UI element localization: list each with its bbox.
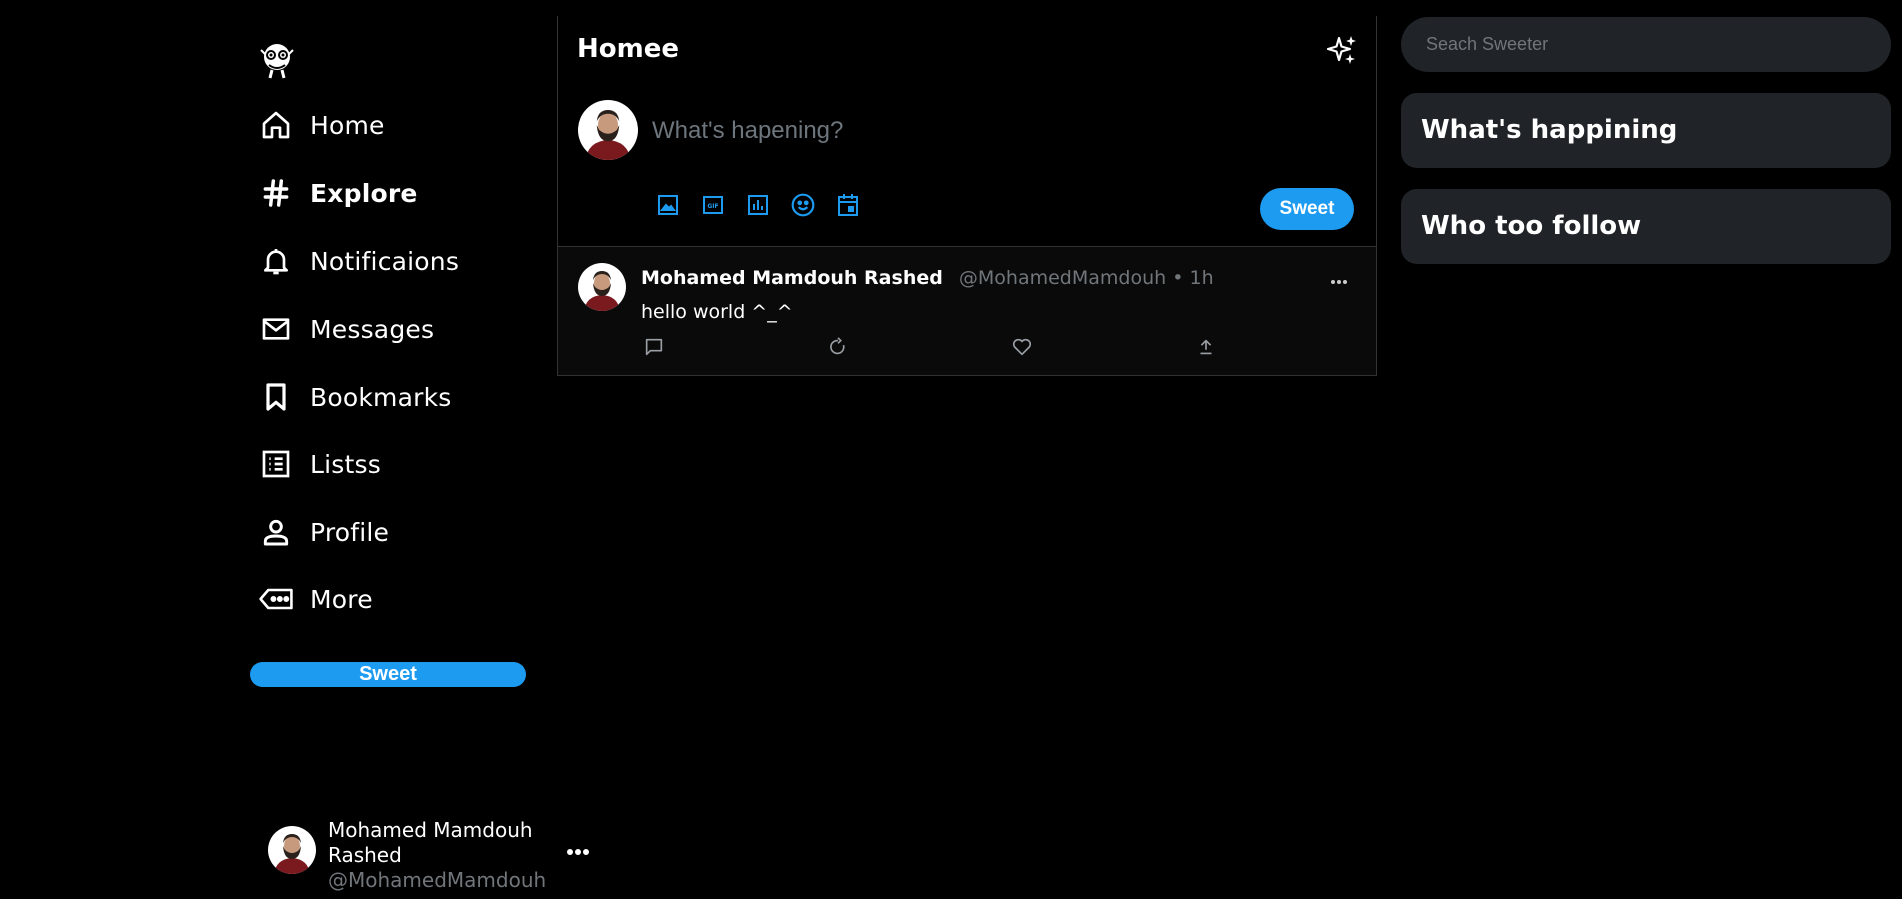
whats-happening-panel: What's happining: [1401, 93, 1891, 168]
tweet-header: Mohamed Mamdouh Rashed @MohamedMamdouh •…: [641, 267, 1214, 289]
image-icon[interactable]: [655, 192, 681, 218]
mail-icon: [258, 311, 294, 347]
composer: GIF Sweet: [558, 68, 1376, 248]
emoji-icon[interactable]: [790, 192, 816, 218]
nav-item-explore[interactable]: Explore: [258, 169, 418, 217]
like-icon[interactable]: [1010, 335, 1034, 359]
nav-item-bookmarks[interactable]: Bookmarks: [258, 373, 451, 421]
compose-input[interactable]: [652, 112, 1252, 150]
bookmark-icon: [258, 379, 294, 415]
nav-label-notifications: Notificaions: [310, 246, 460, 276]
tweet-author-handle[interactable]: @MohamedMamdouh: [959, 267, 1166, 289]
account-name: Mohamed Mamdouh Rashed: [328, 818, 533, 867]
tweet-avatar[interactable]: [578, 263, 626, 311]
list-icon: [258, 446, 294, 482]
search-input[interactable]: [1426, 17, 1866, 72]
whats-happening-title: What's happining: [1421, 115, 1678, 145]
timeline: Homee What's hapening? GIF Sweet Mohamed…: [557, 16, 1377, 376]
tweet-author-name[interactable]: Mohamed Mamdouh Rashed: [641, 267, 943, 289]
person-icon: [258, 514, 294, 550]
account-handle: @MohamedMamdouh: [328, 868, 547, 892]
nav-item-more[interactable]: More: [258, 575, 373, 623]
sidebar-sweet-button[interactable]: Sweet: [250, 662, 526, 687]
mascot-logo[interactable]: [259, 40, 295, 80]
tweet-timestamp: 1h: [1189, 267, 1214, 289]
hashtag-icon: [258, 175, 294, 211]
nav-item-messages[interactable]: Messages: [258, 305, 434, 353]
bell-icon: [258, 243, 294, 279]
nav-label-bookmarks: Bookmarks: [310, 382, 452, 412]
nav-item-profile[interactable]: Profile: [258, 508, 389, 556]
compose-sweet-button[interactable]: Sweet: [1260, 188, 1354, 230]
account-switcher[interactable]: Mohamed Mamdouh Rashed @MohamedMamdouh: [268, 818, 589, 892]
avatar: [268, 826, 316, 874]
resweet-icon[interactable]: [826, 335, 850, 359]
nav-label-profile: Profile: [310, 517, 390, 547]
nav-label-more: More: [310, 584, 373, 614]
svg-text:GIF: GIF: [707, 203, 718, 210]
nav-item-notifications[interactable]: Notificaions: [258, 237, 459, 285]
nav-label-home: Home: [310, 110, 385, 140]
nav-item-home[interactable]: Home: [258, 101, 385, 149]
search-box: [1401, 17, 1891, 72]
poll-icon[interactable]: [745, 192, 771, 218]
who-to-follow-title: Who too follow: [1421, 211, 1642, 241]
tweet-more-icon[interactable]: [1328, 273, 1350, 285]
tweet-separator: •: [1172, 267, 1184, 289]
sparkle-icon[interactable]: [1326, 34, 1358, 66]
sidebar: Home Explore Notificaions Messages Bookm…: [248, 0, 589, 899]
nav-label-messages: Messages: [310, 314, 435, 344]
nav-item-lists[interactable]: Listss: [258, 440, 381, 488]
nav-label-explore: Explore: [310, 178, 418, 208]
home-icon: [258, 107, 294, 143]
share-icon[interactable]: [1194, 335, 1218, 359]
nav-label-lists: Listss: [310, 449, 381, 479]
tweet-text: hello world ^_^: [641, 301, 793, 323]
gif-icon[interactable]: GIF: [700, 192, 726, 218]
who-to-follow-panel: Who too follow: [1401, 189, 1891, 264]
composer-avatar: [578, 100, 638, 160]
timeline-header: Homee: [558, 16, 1376, 68]
schedule-icon[interactable]: [835, 192, 861, 218]
reply-icon[interactable]: [642, 335, 666, 359]
page-title: Homee: [577, 34, 679, 64]
tweet[interactable]: Mohamed Mamdouh Rashed @MohamedMamdouh •…: [558, 247, 1376, 376]
more-tag-icon: [258, 581, 294, 617]
account-more-icon[interactable]: [563, 844, 593, 858]
